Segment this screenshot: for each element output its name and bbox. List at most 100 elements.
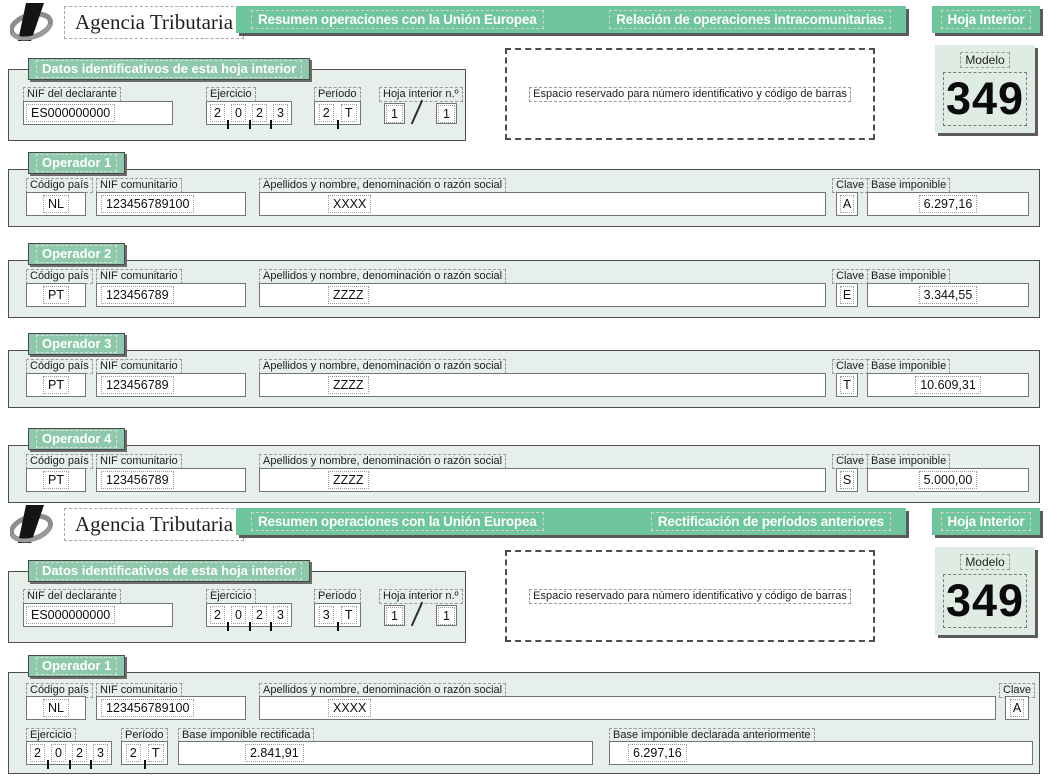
operador-3-tab: Operador 3 [28,333,125,355]
page2-operador-1-panel: Código país NIF comunitario Apellidos y … [8,672,1040,774]
clave-field[interactable]: S [836,468,858,492]
hoja-total-value: 1 [438,607,455,625]
clave-label: Clave [832,359,868,374]
form-349-sheet: Agencia Tributaria Resumen operaciones c… [0,0,1048,777]
base-rectificada-field[interactable]: 2.841,91 [178,741,593,765]
ejercicio-digit: 0 [231,104,246,122]
base-imponible-label: Base imponible [867,269,950,284]
slash-divider [411,602,423,627]
periodo-rectificado-field[interactable]: 2 T [121,741,168,765]
codigo-pais-field[interactable]: NL [26,192,86,216]
page1-title-left: Resumen operaciones con la Unión Europea [251,10,544,29]
nif-declarante-value: ES000000000 [26,606,115,624]
hoja-total-field[interactable]: 1 [436,103,457,124]
datos-title: Datos identificativos de esta hoja inter… [36,60,302,78]
clave-field[interactable]: A [1005,696,1029,720]
ejercicio-label: Ejercicio [206,589,256,604]
nif-declarante-value: ES000000000 [26,104,115,122]
nif-comunitario-label: NIF comunitario [96,178,182,193]
clave-field[interactable]: E [836,283,858,307]
barcode-label: Espacio reservado para número identifica… [529,87,851,102]
periodo-field[interactable]: 3 T [314,603,361,627]
ejercicio-field[interactable]: 2 0 2 3 [206,101,292,125]
nif-declarante-label: NIF del declarante [23,589,121,604]
operador-title: Operador 1 [36,657,117,675]
base-imponible-label: Base imponible [867,454,950,469]
hoja-num-field[interactable]: 1 [384,103,405,124]
page1-title-right: Relación de operaciones intracomunitaria… [609,10,891,29]
base-declarada-field[interactable]: 6.297,16 [609,741,1033,765]
base-imponible-field[interactable]: 5.000,00 [867,468,1029,492]
page2-operador-1-tab: Operador 1 [28,655,125,677]
periodo-digit: 2 [126,744,141,762]
apellidos-field[interactable]: ZZZZ [259,373,826,397]
agencia-tributaria-logo: Agencia Tributaria [10,3,244,41]
clave-field[interactable]: T [836,373,858,397]
apellidos-field[interactable]: XXXX [259,192,826,216]
operador-3-panel: Código país NIF comunitario Apellidos y … [8,350,1040,408]
ejercicio-digit: 2 [210,606,225,624]
operador-2-tab: Operador 2 [28,243,125,265]
nif-comunitario-field[interactable]: 123456789 [96,373,246,397]
slash-divider [411,100,423,125]
page2-datos-tab: Datos identificativos de esta hoja inter… [28,560,310,582]
modelo-label: Modelo [960,52,1009,68]
hoja-interior-label: Hoja Interior [941,512,1032,531]
nif-comunitario-label: NIF comunitario [96,269,182,284]
ejercicio-digit: 0 [51,744,66,762]
page1-title-bar: Resumen operaciones con la Unión Europea… [236,6,906,33]
nif-declarante-field[interactable]: ES000000000 [23,603,173,627]
page1-barcode-area: Espacio reservado para número identifica… [505,48,875,140]
periodo-label: Período [314,87,361,102]
hoja-total-field[interactable]: 1 [436,605,457,626]
agencia-tributaria-logo: Agencia Tributaria [10,505,244,543]
apellidos-field[interactable]: ZZZZ [259,283,826,307]
apellidos-field[interactable]: ZZZZ [259,468,826,492]
aeat-logo-icon [10,3,58,41]
ejercicio-rectificado-field[interactable]: 2 0 2 3 [26,741,112,765]
nif-comunitario-field[interactable]: 123456789 [96,283,246,307]
periodo-field[interactable]: 2 T [314,101,361,125]
nif-comunitario-field[interactable]: 123456789100 [96,696,246,720]
codigo-pais-field[interactable]: PT [26,468,86,492]
page1-modelo-box: Modelo 349 [935,45,1035,133]
hoja-num-field[interactable]: 1 [384,605,405,626]
clave-field[interactable]: A [836,192,858,216]
datos-title: Datos identificativos de esta hoja inter… [36,562,302,580]
nif-comunitario-field[interactable]: 123456789100 [96,192,246,216]
page2-modelo-box: Modelo 349 [935,547,1035,635]
hoja-num-value: 1 [386,607,403,625]
codigo-pais-field[interactable]: PT [26,283,86,307]
ejercicio-digit: 0 [231,606,246,624]
ejercicio-digit: 2 [72,744,87,762]
operador-title: Operador 1 [36,154,117,172]
page2-barcode-area: Espacio reservado para número identifica… [505,550,875,642]
nif-declarante-field[interactable]: ES000000000 [23,101,173,125]
ejercicio-digit: 2 [30,744,45,762]
ejercicio-field[interactable]: 2 0 2 3 [206,603,292,627]
apellidos-field[interactable]: XXXX [259,696,996,720]
hoja-num-value: 1 [386,105,403,123]
operador-title: Operador 2 [36,245,117,263]
logo-text: Agencia Tributaria [64,6,244,39]
codigo-pais-label: Código país [26,178,93,193]
periodo-digit: T [341,104,357,122]
base-imponible-field[interactable]: 6.297,16 [867,192,1029,216]
clave-label: Clave [832,178,868,193]
apellidos-label: Apellidos y nombre, denominación o razón… [259,359,506,374]
modelo-label: Modelo [960,554,1009,570]
base-imponible-field[interactable]: 10.609,31 [867,373,1029,397]
base-imponible-field[interactable]: 3.344,55 [867,283,1029,307]
nif-comunitario-label: NIF comunitario [96,454,182,469]
nif-comunitario-label: NIF comunitario [96,359,182,374]
ejercicio-digit: 2 [252,104,267,122]
base-imponible-label: Base imponible [867,178,950,193]
codigo-pais-field[interactable]: PT [26,373,86,397]
codigo-pais-label: Código país [26,359,93,374]
ejercicio-digit: 3 [273,606,288,624]
aeat-logo-icon [10,505,58,543]
periodo-digit: T [148,744,164,762]
codigo-pais-field[interactable]: NL [26,696,86,720]
nif-comunitario-field[interactable]: 123456789 [96,468,246,492]
modelo-number: 349 [946,575,1024,627]
